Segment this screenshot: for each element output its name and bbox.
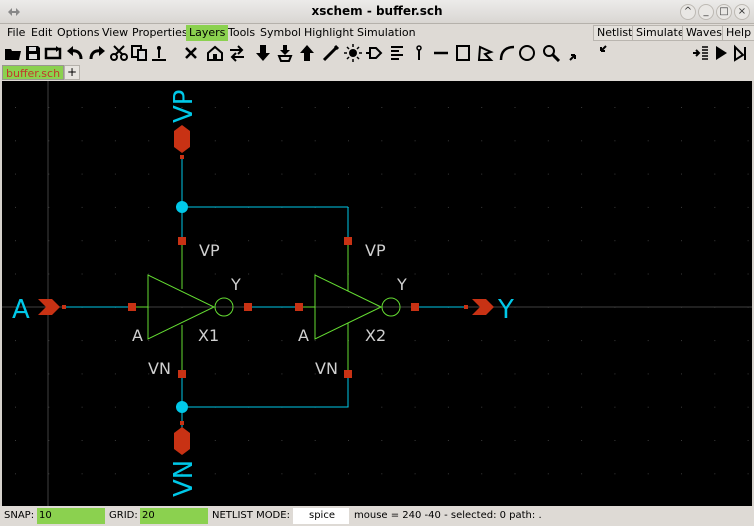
zoom-full-icon[interactable] bbox=[568, 44, 586, 62]
junction-vn bbox=[176, 401, 188, 413]
output-pin-y[interactable]: Y bbox=[464, 295, 514, 325]
push-down-icon[interactable] bbox=[254, 44, 272, 62]
wires[interactable] bbox=[62, 157, 467, 437]
window-title: xschem - buffer.sch bbox=[311, 4, 443, 18]
toolbar bbox=[0, 42, 754, 64]
waves-button[interactable]: Waves bbox=[682, 25, 726, 41]
reload-icon[interactable] bbox=[44, 44, 62, 62]
x2-y-label: Y bbox=[396, 275, 407, 294]
redo-icon[interactable] bbox=[88, 44, 106, 62]
simulate-icon[interactable] bbox=[712, 44, 730, 62]
x2-name-label: X2 bbox=[365, 326, 386, 345]
snap-input[interactable]: 10 bbox=[37, 508, 105, 524]
input-pin-a[interactable]: A bbox=[12, 295, 66, 325]
x2-vp-label: VP bbox=[365, 241, 386, 260]
copy-icon[interactable] bbox=[130, 44, 148, 62]
grid-label: GRID: bbox=[109, 510, 138, 521]
netlist-mode-value[interactable]: spice bbox=[293, 508, 349, 524]
polygon-icon[interactable] bbox=[476, 44, 494, 62]
netlist-mode-label: NETLIST MODE: bbox=[212, 510, 290, 521]
status-bar: SNAP: 10 GRID: 20 NETLIST MODE: spice mo… bbox=[0, 506, 754, 526]
new-tab-button[interactable]: + bbox=[64, 65, 80, 80]
pin-vn-label: VN bbox=[169, 460, 199, 497]
close-button[interactable]: × bbox=[734, 4, 750, 20]
tab-bar: buffer.sch + bbox=[0, 64, 754, 81]
rectangle-icon[interactable] bbox=[454, 44, 472, 62]
help-button[interactable]: Help bbox=[722, 25, 754, 41]
simulate-button[interactable]: Simulate bbox=[632, 25, 689, 41]
arc-icon[interactable] bbox=[498, 44, 516, 62]
menu-edit[interactable]: Edit bbox=[28, 25, 55, 41]
x2-a-label: A bbox=[298, 326, 309, 345]
undo-icon[interactable] bbox=[66, 44, 84, 62]
swap-icon[interactable] bbox=[228, 44, 246, 62]
vp-pin[interactable]: VP bbox=[169, 90, 199, 159]
junction-vp bbox=[176, 201, 188, 213]
schematic-canvas[interactable]: VP Y A X1 VN VP Y A X2 VN A Y VP VN bbox=[2, 81, 752, 506]
shade-button[interactable]: ^ bbox=[680, 4, 696, 20]
menu-view[interactable]: View bbox=[99, 25, 131, 41]
vn-pin[interactable]: VN bbox=[169, 421, 199, 497]
title-bar: xschem - buffer.sch ^ _ □ × bbox=[0, 0, 754, 24]
delete-icon[interactable] bbox=[182, 44, 200, 62]
menu-bar: File Edit Options View Properties Layers… bbox=[0, 24, 754, 42]
menu-properties[interactable]: Properties bbox=[129, 25, 191, 41]
menu-simulation[interactable]: Simulation bbox=[354, 25, 419, 41]
pin-y-label: Y bbox=[497, 295, 514, 325]
pin-icon[interactable] bbox=[388, 44, 406, 62]
x1-a-label: A bbox=[132, 326, 143, 345]
netlabel-icon[interactable] bbox=[366, 44, 384, 62]
waves-icon[interactable] bbox=[732, 44, 750, 62]
cut-icon[interactable] bbox=[110, 44, 128, 62]
pin-a-label: A bbox=[12, 295, 30, 325]
save-icon[interactable] bbox=[24, 44, 42, 62]
menu-layers[interactable]: Layers bbox=[186, 25, 229, 41]
maximize-button[interactable]: □ bbox=[716, 4, 732, 20]
menu-file[interactable]: File bbox=[4, 25, 28, 41]
line-icon[interactable] bbox=[432, 44, 450, 62]
highlight-icon[interactable] bbox=[344, 44, 362, 62]
grab-icon[interactable] bbox=[150, 44, 168, 62]
wire-icon[interactable] bbox=[322, 44, 340, 62]
pin-vp-label: VP bbox=[169, 90, 199, 123]
place-symbol-icon[interactable] bbox=[206, 44, 224, 62]
x1-vn-label: VN bbox=[148, 359, 171, 378]
tab-buffer-sch[interactable]: buffer.sch bbox=[2, 65, 65, 80]
netlist-button[interactable]: Netlist bbox=[593, 25, 637, 41]
grid-dots bbox=[15, 107, 749, 475]
menu-tools[interactable]: Tools bbox=[225, 25, 258, 41]
x2-vn-label: VN bbox=[315, 359, 338, 378]
x1-vp-label: VP bbox=[199, 241, 220, 260]
pop-up-icon[interactable] bbox=[298, 44, 316, 62]
make-symbol-icon[interactable] bbox=[276, 44, 294, 62]
circle-icon[interactable] bbox=[518, 44, 536, 62]
menu-symbol[interactable]: Symbol bbox=[257, 25, 304, 41]
x1-y-label: Y bbox=[230, 275, 241, 294]
minimize-button[interactable]: _ bbox=[698, 4, 714, 20]
resistor-icon[interactable] bbox=[410, 44, 428, 62]
menu-options[interactable]: Options bbox=[54, 25, 102, 41]
open-icon[interactable] bbox=[4, 44, 22, 62]
search-icon[interactable] bbox=[542, 44, 560, 62]
menu-highlight[interactable]: Highlight bbox=[301, 25, 357, 41]
grid-input[interactable]: 20 bbox=[140, 508, 208, 524]
zoom-in-icon[interactable] bbox=[590, 44, 608, 62]
snap-label: SNAP: bbox=[4, 510, 35, 521]
x1-name-label: X1 bbox=[198, 326, 219, 345]
status-info: mouse = 240 -40 - selected: 0 path: . bbox=[354, 510, 542, 521]
netlist-icon[interactable] bbox=[692, 44, 710, 62]
